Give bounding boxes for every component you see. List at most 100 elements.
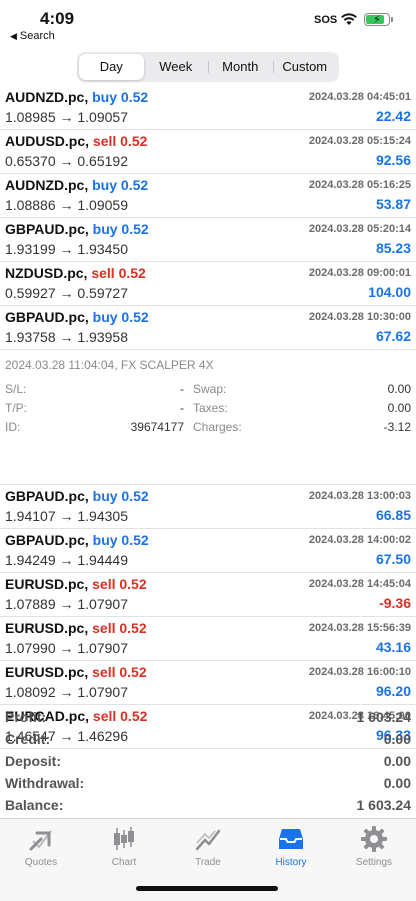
deal-symbol: EURUSD.pc, xyxy=(5,664,89,680)
detail-header: 2024.03.28 11:04:04, FX SCALPER 4X xyxy=(5,358,214,372)
deal-symbol: AUDUSD.pc, xyxy=(5,133,90,149)
deal-symbol: NZDUSD.pc, xyxy=(5,265,88,281)
tab-history[interactable]: History xyxy=(256,825,326,868)
summary-row-withdrawal: Withdrawal: 0.00 xyxy=(0,772,416,794)
tab-settings[interactable]: Settings xyxy=(339,825,409,868)
deal-profit: 85.23 xyxy=(375,240,411,256)
id-label: ID: xyxy=(5,420,21,434)
quotes-icon xyxy=(29,830,52,851)
deal-row[interactable]: GBPAUD.pc, buy 0.52 2024.03.28 14:00:02 … xyxy=(0,529,416,573)
deal-prices: 1.08092 → 1.07907 xyxy=(5,684,128,700)
deal-time: 2024.03.28 04:45:01 xyxy=(308,91,411,103)
deal-row[interactable]: NZDUSD.pc, sell 0.52 2024.03.28 09:00:01… xyxy=(0,262,416,306)
summary-label: Credit: xyxy=(5,731,51,747)
tp-label: T/P: xyxy=(5,401,28,415)
deal-symbol: GBPAUD.pc, xyxy=(5,488,89,504)
deal-detail-panel: 2024.03.28 11:04:04, FX SCALPER 4X S/L: … xyxy=(0,350,416,485)
deal-row[interactable]: AUDUSD.pc, sell 0.52 2024.03.28 05:15:24… xyxy=(0,130,416,174)
deal-row[interactable]: GBPAUD.pc, buy 0.52 2024.03.28 13:00:03 … xyxy=(0,485,416,529)
segment-custom[interactable]: Custom xyxy=(272,54,338,80)
summary-value: 0.00 xyxy=(383,775,411,791)
deal-side: sell 0.52 xyxy=(91,265,146,281)
summary-value: 1 603.24 xyxy=(356,797,412,813)
deal-time: 2024.03.28 05:15:24 xyxy=(308,135,411,147)
deal-row-expanded[interactable]: GBPAUD.pc, buy 0.52 2024.03.28 10:30:00 … xyxy=(0,306,416,350)
deal-side: buy 0.52 xyxy=(92,89,149,105)
tab-label: Settings xyxy=(355,857,393,868)
deal-prices: 1.94249 → 1.94449 xyxy=(5,552,128,568)
deal-time: 2024.03.28 16:00:10 xyxy=(308,666,411,678)
tab-quotes[interactable]: Quotes xyxy=(6,825,76,868)
deal-side: buy 0.52 xyxy=(92,309,149,325)
taxes-value: 0.00 xyxy=(387,401,411,415)
id-value: 39674177 xyxy=(130,420,184,434)
deal-profit: 104.00 xyxy=(368,284,411,300)
summary-row-profit: Profit: 1 603.24 xyxy=(0,706,416,728)
tab-trade[interactable]: Trade xyxy=(173,825,243,868)
deal-row[interactable]: AUDNZD.pc, buy 0.52 2024.03.28 05:16:25 … xyxy=(0,174,416,218)
inbox-tray-icon xyxy=(279,829,303,849)
deal-time: 2024.03.28 10:30:00 xyxy=(308,311,411,323)
tp-value: - xyxy=(180,401,184,415)
deal-symbol: AUDNZD.pc, xyxy=(5,89,89,105)
deal-symbol: GBPAUD.pc, xyxy=(5,532,89,548)
deal-profit: 22.42 xyxy=(375,108,411,124)
trade-icon xyxy=(195,829,221,851)
sl-value: - xyxy=(180,382,184,396)
deal-prices: 1.93199 → 1.93450 xyxy=(5,241,128,257)
wifi-icon xyxy=(341,13,357,25)
deal-prices: 1.07889 → 1.07907 xyxy=(5,596,128,612)
deal-row[interactable]: EURUSD.pc, sell 0.52 2024.03.28 15:56:39… xyxy=(0,617,416,661)
sl-label: S/L: xyxy=(5,382,27,396)
deal-row[interactable]: EURUSD.pc, sell 0.52 2024.03.28 14:45:04… xyxy=(0,573,416,617)
deal-row[interactable]: AUDNZD.pc, buy 0.52 2024.03.28 04:45:01 … xyxy=(0,86,416,130)
deal-profit: 92.56 xyxy=(375,152,411,168)
deal-side: buy 0.52 xyxy=(92,177,149,193)
back-to-search-link[interactable]: ◀ Search xyxy=(10,30,55,42)
charges-value: -3.12 xyxy=(383,420,411,434)
deal-profit: 96.20 xyxy=(375,683,411,699)
deal-row[interactable]: EURUSD.pc, sell 0.52 2024.03.28 16:00:10… xyxy=(0,661,416,705)
battery-icon: ⚡ xyxy=(364,13,390,26)
deal-time: 2024.03.28 14:45:04 xyxy=(308,578,411,590)
deal-symbol: EURUSD.pc, xyxy=(5,620,89,636)
deal-prices: 1.08985 → 1.09057 xyxy=(5,109,128,125)
summary-value: 0.00 xyxy=(383,731,411,747)
summary-row-balance: Balance: 1 603.24 xyxy=(0,794,416,816)
deal-symbol: GBPAUD.pc, xyxy=(5,309,89,325)
summary-label: Deposit: xyxy=(5,753,61,769)
deal-row[interactable]: GBPAUD.pc, buy 0.52 2024.03.28 05:20:14 … xyxy=(0,218,416,262)
segment-day[interactable]: Day xyxy=(79,54,144,80)
deal-side: sell 0.52 xyxy=(92,576,147,592)
deal-profit: 53.87 xyxy=(375,196,411,212)
charges-label: Charges: xyxy=(193,420,242,434)
deals-list: AUDNZD.pc, buy 0.52 2024.03.28 04:45:01 … xyxy=(0,86,416,749)
deal-profit: -9.36 xyxy=(379,595,411,611)
gear-icon xyxy=(361,826,387,852)
deal-prices: 1.08886 → 1.09059 xyxy=(5,197,128,213)
tab-label: History xyxy=(275,857,307,868)
account-summary: Profit: 1 603.24 Credit: 0.00 Deposit: 0… xyxy=(0,706,416,816)
deal-time: 2024.03.28 05:16:25 xyxy=(308,179,411,191)
summary-row-credit: Credit: 0.00 xyxy=(0,728,416,750)
deal-side: buy 0.52 xyxy=(92,532,149,548)
swap-label: Swap: xyxy=(193,382,227,396)
segment-month[interactable]: Month xyxy=(208,54,273,80)
deal-time: 2024.03.28 05:20:14 xyxy=(308,223,411,235)
summary-label: Withdrawal: xyxy=(5,775,85,791)
tab-chart[interactable]: Chart xyxy=(89,825,159,868)
back-label: Search xyxy=(19,30,55,42)
deal-time: 2024.03.28 15:56:39 xyxy=(308,622,411,634)
status-bar: 4:09 ◀ Search SOS ⚡ xyxy=(0,0,416,48)
deal-symbol: AUDNZD.pc, xyxy=(5,177,89,193)
deal-symbol: EURUSD.pc, xyxy=(5,576,89,592)
tab-label: Quotes xyxy=(24,857,58,868)
candlestick-chart-icon xyxy=(114,827,134,850)
summary-label: Balance: xyxy=(5,797,64,813)
deal-prices: 0.65370 → 0.65192 xyxy=(5,153,128,169)
segment-week[interactable]: Week xyxy=(144,54,209,80)
deal-profit: 43.16 xyxy=(375,639,411,655)
deal-prices: 1.93758 → 1.93958 xyxy=(5,329,128,345)
deal-time: 2024.03.28 13:00:03 xyxy=(308,490,411,502)
summary-row-deposit: Deposit: 0.00 xyxy=(0,750,416,772)
